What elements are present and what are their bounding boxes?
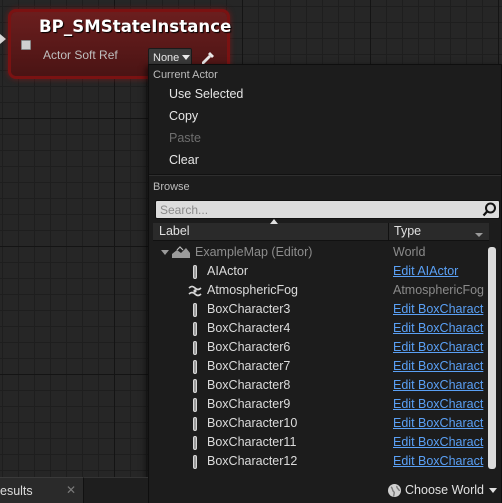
- tree-row-name: BoxCharacter3: [207, 302, 291, 316]
- edit-blueprint-link[interactable]: Edit BoxCharact: [393, 395, 485, 414]
- tree-row-actor[interactable]: BoxCharacter4 Edit BoxCharact: [153, 319, 485, 338]
- actor-combo-value: None: [153, 51, 180, 64]
- edit-blueprint-link[interactable]: Edit BoxCharact: [393, 376, 485, 395]
- outliner-header: Label Type: [153, 219, 489, 241]
- tree-row-world[interactable]: ExampleMap (Editor) World: [153, 243, 485, 262]
- actor-icon: [187, 321, 203, 337]
- choose-world-label: Choose World: [405, 483, 484, 497]
- tree-row-name: AIActor: [207, 264, 248, 278]
- tree-row-actor[interactable]: BoxCharacter9 Edit BoxCharact: [153, 395, 485, 414]
- eyedropper-icon: [202, 51, 214, 64]
- tab-find-results[interactable]: esults ✕: [0, 477, 84, 503]
- scrollbar[interactable]: [487, 247, 499, 469]
- scrollbar-thumb[interactable]: [488, 247, 496, 469]
- column-options-icon[interactable]: [475, 233, 483, 237]
- tree-row-type: AtmosphericFog: [393, 283, 485, 297]
- tree-row-name: BoxCharacter8: [207, 378, 291, 392]
- globe-icon: [388, 483, 402, 497]
- tree-row-actor[interactable]: BoxCharacter3 Edit BoxCharact: [153, 300, 485, 319]
- tree-row-name: BoxCharacter10: [207, 416, 298, 430]
- actor-icon: [187, 378, 203, 394]
- section-header-browse: Browse: [153, 181, 190, 193]
- tree-row-actor[interactable]: BoxCharacter11 Edit BoxCharact: [153, 433, 485, 452]
- section-header-current-actor: Current Actor: [153, 69, 218, 81]
- menu-item-use-selected[interactable]: Use Selected: [149, 83, 501, 105]
- tree-row-actor[interactable]: BoxCharacter6 Edit BoxCharact: [153, 338, 485, 357]
- fog-icon: [187, 283, 203, 299]
- tree-row-name: AtmosphericFog: [207, 283, 299, 297]
- node-title: BP_SMStateInstance: [39, 17, 232, 36]
- menu-item-copy[interactable]: Copy: [149, 105, 501, 127]
- menu-separator: [149, 174, 501, 176]
- tree-row-type: World: [393, 245, 426, 259]
- tree-row-name: ExampleMap (Editor): [195, 245, 313, 259]
- actor-icon: [187, 397, 203, 413]
- actor-icon: [187, 435, 203, 451]
- actor-picker-menu: Current Actor Use Selected Copy Paste Cl…: [148, 64, 502, 503]
- expand-arrow-icon[interactable]: [161, 250, 169, 255]
- tree-row-name: BoxCharacter11: [207, 435, 297, 449]
- world-map-icon: [172, 246, 190, 258]
- tree-row-name: BoxCharacter6: [207, 340, 291, 354]
- actor-icon: [187, 359, 203, 375]
- search-input[interactable]: [156, 201, 476, 218]
- tab-label: esults: [0, 484, 33, 498]
- search-icon[interactable]: [482, 202, 497, 217]
- tree-row-actor[interactable]: BoxCharacter8 Edit BoxCharact: [153, 376, 485, 395]
- actor-icon: [187, 302, 203, 318]
- sort-ascending-icon[interactable]: [270, 219, 278, 224]
- choose-world-button[interactable]: Choose World: [387, 481, 497, 499]
- edit-blueprint-link[interactable]: Edit BoxCharact: [393, 338, 485, 357]
- column-header-type[interactable]: Type: [394, 224, 421, 238]
- tree-row-actor[interactable]: AtmosphericFog AtmosphericFog: [153, 281, 485, 300]
- edit-blueprint-link[interactable]: Edit BoxCharact: [393, 300, 485, 319]
- edit-blueprint-link[interactable]: Edit BoxCharact: [393, 357, 485, 376]
- menu-item-paste[interactable]: Paste: [149, 127, 501, 149]
- tree-row-actor[interactable]: BoxCharacter7 Edit BoxCharact: [153, 357, 485, 376]
- search-box[interactable]: [155, 200, 500, 219]
- node-subtitle: Actor Soft Ref: [43, 48, 118, 62]
- tab-bar: [84, 477, 148, 503]
- edit-blueprint-link[interactable]: Edit BoxCharact: [393, 433, 485, 452]
- column-divider[interactable]: [388, 223, 389, 241]
- edit-blueprint-link[interactable]: Edit BoxCharact: [393, 452, 485, 471]
- exec-pin-arrow-icon[interactable]: [0, 34, 6, 44]
- actor-icon: [187, 264, 203, 280]
- close-icon[interactable]: ✕: [66, 483, 76, 497]
- edit-blueprint-link[interactable]: Edit BoxCharact: [393, 414, 485, 433]
- actor-icon: [187, 340, 203, 356]
- tree-row-actor[interactable]: BoxCharacter10 Edit BoxCharact: [153, 414, 485, 433]
- tree-row-name: BoxCharacter7: [207, 359, 291, 373]
- actor-icon: [187, 454, 203, 470]
- menu-footer: Choose World: [149, 471, 501, 503]
- tree-row-name: BoxCharacter4: [207, 321, 291, 335]
- tree-row-name: BoxCharacter9: [207, 397, 291, 411]
- node-output-pin[interactable]: [21, 40, 31, 50]
- menu-item-clear[interactable]: Clear: [149, 149, 501, 171]
- tree-row-name: BoxCharacter12: [207, 454, 298, 468]
- chevron-down-icon: [182, 55, 191, 60]
- tree-row-actor[interactable]: AIActor Edit AIActor: [153, 262, 485, 281]
- edit-blueprint-link[interactable]: Edit BoxCharact: [393, 319, 485, 338]
- actor-icon: [187, 416, 203, 432]
- column-header-label[interactable]: Label: [159, 224, 190, 238]
- tree-row-actor[interactable]: BoxCharacter12 Edit BoxCharact: [153, 452, 485, 471]
- edit-blueprint-link[interactable]: Edit AIActor: [393, 262, 485, 281]
- chevron-down-icon: [489, 487, 497, 493]
